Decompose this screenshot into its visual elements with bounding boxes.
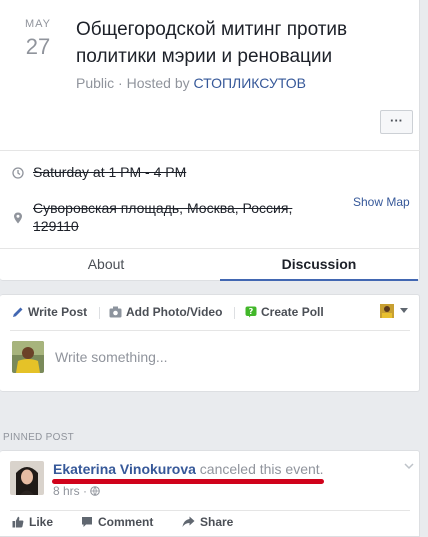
post-action-text: canceled this event. (195, 461, 324, 477)
tab-discussion[interactable]: Discussion (220, 249, 418, 281)
event-title: Общегородской митинг против политики мэр… (76, 19, 348, 67)
event-header-card: MAY 27 Общегородской митинг против полит… (0, 0, 420, 281)
avatar[interactable] (10, 461, 44, 495)
composer-input[interactable]: Write something... (55, 349, 168, 365)
composer-actions: Write Post Add Photo/Video ? Create Poll (0, 295, 420, 331)
share-button[interactable]: Share (182, 515, 233, 529)
comment-icon (82, 517, 92, 527)
camera-icon (109, 306, 122, 318)
thumbs-up-icon (12, 516, 24, 528)
post-time-text[interactable]: 8 hrs · (53, 484, 90, 498)
post-author-link[interactable]: Ekaterina Vinokurova (53, 461, 196, 477)
share-icon (182, 516, 195, 527)
chevron-down-icon (400, 308, 408, 313)
svg-text:?: ? (249, 307, 254, 316)
pinned-post: Ekaterina Vinokurova canceled this event… (0, 450, 420, 537)
show-map-link[interactable]: Show Map (353, 195, 410, 209)
write-post-button[interactable]: Write Post (12, 305, 87, 319)
event-location-line1: Суворовская площадь, Москва, Россия, (33, 200, 293, 216)
location-pin-icon (12, 211, 24, 224)
divider (10, 330, 410, 331)
page-avatar-icon (380, 304, 394, 318)
hosted-by-prefix: Hosted by (126, 75, 194, 91)
event-host-link[interactable]: СТОПЛИКСУТОВ (194, 75, 306, 91)
divider (0, 150, 420, 151)
globe-icon (90, 486, 101, 496)
divider (10, 510, 410, 511)
pencil-icon (13, 307, 23, 317)
write-post-label: Write Post (28, 305, 88, 319)
comment-label: Comment (98, 515, 154, 529)
like-button[interactable]: Like (12, 515, 53, 529)
pinned-post-label: PINNED POST (3, 432, 75, 443)
post-timestamp: 8 hrs · (53, 484, 101, 498)
event-meta: Public · Hosted by СТОПЛИКСУТОВ (76, 75, 306, 91)
post-composer: Write Post Add Photo/Video ? Create Poll … (0, 294, 420, 392)
avatar (12, 341, 44, 373)
comment-button[interactable]: Comment (81, 515, 153, 529)
meta-separator: · (114, 75, 127, 91)
event-tabs: About Discussion (0, 249, 420, 281)
clock-icon (12, 166, 24, 179)
event-day: 27 (25, 34, 51, 59)
post-as-selector[interactable] (380, 304, 412, 319)
like-label: Like (29, 515, 54, 529)
more-options-button[interactable]: ··· (380, 110, 413, 134)
separator (99, 307, 100, 319)
add-photo-video-label: Add Photo/Video (126, 305, 223, 319)
event-visibility: Public (76, 75, 115, 91)
event-month: MAY (24, 18, 52, 30)
chevron-down-icon[interactable] (404, 461, 414, 471)
tab-about[interactable]: About (0, 249, 212, 281)
share-label: Share (200, 515, 234, 529)
event-time: Saturday at 1 PM - 4 PM (33, 164, 187, 180)
create-poll-button[interactable]: ? Create Poll (245, 305, 324, 319)
event-date: MAY 27 (18, 18, 58, 60)
create-poll-label: Create Poll (261, 305, 324, 319)
add-photo-video-button[interactable]: Add Photo/Video (109, 305, 222, 319)
post-header: Ekaterina Vinokurova canceled this event… (53, 461, 324, 477)
separator (234, 307, 235, 319)
poll-icon: ? (245, 306, 257, 318)
event-location-line2: 129110 (33, 218, 79, 234)
